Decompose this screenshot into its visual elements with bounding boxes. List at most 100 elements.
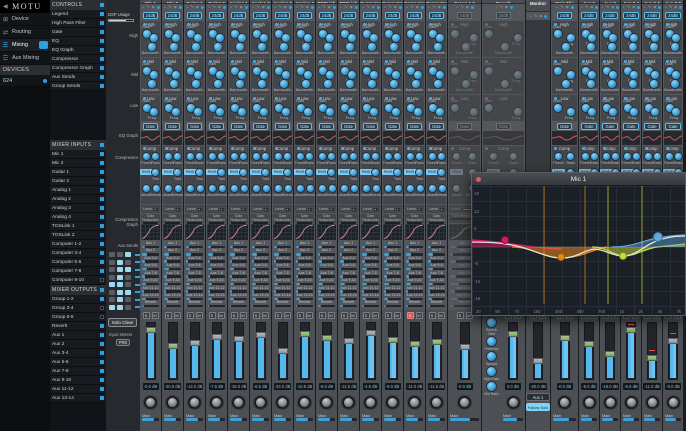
mixer-output-reverb[interactable]: Reverb <box>50 322 106 331</box>
comp-knob-trim[interactable] <box>218 169 225 176</box>
comp-enable-dot[interactable] <box>451 147 454 150</box>
fader-handle[interactable] <box>190 340 200 346</box>
checkbox[interactable] <box>100 278 104 282</box>
mixer-input-computer-3-4[interactable]: Computer 3-4 <box>50 249 106 258</box>
comp-knob-thresh[interactable] <box>666 153 673 160</box>
checkbox[interactable] <box>100 12 104 16</box>
comp-enable-dot[interactable] <box>143 147 146 150</box>
pan-knob[interactable] <box>275 395 290 410</box>
aux-send-slider[interactable] <box>208 246 225 249</box>
comp-knob-ratio[interactable] <box>240 153 247 160</box>
eq-knob-freq[interactable] <box>470 34 478 42</box>
comp-knob-ratio[interactable] <box>633 153 640 160</box>
eq-knob-freq[interactable] <box>567 34 575 42</box>
checkbox[interactable] <box>100 152 104 156</box>
aux-send-slider[interactable] <box>296 246 313 249</box>
control-high-pass-filter[interactable]: High Pass Filter <box>50 19 106 28</box>
sidebar-item-routing[interactable]: ⇄Routing <box>0 26 50 39</box>
comp-knob-ratio[interactable] <box>306 153 313 160</box>
comp-knob-attack[interactable] <box>187 185 194 192</box>
fader-track[interactable] <box>388 322 398 380</box>
comp-knob-trim[interactable] <box>196 169 203 176</box>
settings-icon[interactable]: ⌗ <box>466 5 469 10</box>
aux-send-slider[interactable] <box>428 260 445 263</box>
aux-send-slider[interactable] <box>296 283 313 286</box>
aux-send-slider[interactable] <box>230 246 247 249</box>
eq-knob-freq[interactable] <box>588 108 596 116</box>
mute-button[interactable]: M <box>372 312 379 319</box>
eq-knob-freq[interactable] <box>304 108 312 116</box>
comp-knob-release[interactable] <box>373 185 380 192</box>
aux-visibility-toggle[interactable] <box>125 267 131 272</box>
aux-visibility-toggle[interactable] <box>109 282 115 287</box>
comp-mode-button[interactable]: RMS <box>450 169 463 175</box>
channel-enable-dot[interactable] <box>289 6 292 9</box>
checkbox[interactable] <box>100 369 104 373</box>
comp-knob-ratio[interactable] <box>591 153 598 160</box>
eq-knob-bandwidth[interactable] <box>192 80 200 88</box>
comp-enable-dot[interactable] <box>645 147 648 150</box>
fader-track[interactable] <box>626 322 636 380</box>
aux-send-slider[interactable] <box>208 268 225 271</box>
eq-knob-freq[interactable] <box>216 108 224 116</box>
eq-knob-bandwidth[interactable] <box>302 80 310 88</box>
mixer-outputs-toggle[interactable] <box>100 288 104 292</box>
mute-button[interactable]: M <box>218 312 225 319</box>
main-send-slider[interactable] <box>623 418 639 421</box>
checkbox[interactable] <box>100 206 104 210</box>
fader-handle[interactable] <box>256 332 266 338</box>
aux-send-slider[interactable] <box>362 275 379 278</box>
aux-send-slider[interactable] <box>318 260 335 263</box>
comp-knob-attack[interactable] <box>319 185 326 192</box>
comp-knob-ratio[interactable] <box>567 153 574 160</box>
eq-knob-freq[interactable] <box>304 34 312 42</box>
aux-send-slider[interactable] <box>164 283 181 286</box>
control-eq-graph[interactable]: EQ Graph <box>50 46 106 55</box>
comp-knob-thresh[interactable] <box>385 153 392 160</box>
eq-knob-freq[interactable] <box>150 108 158 116</box>
gate-button[interactable]: Gate <box>581 123 596 130</box>
trim-icon[interactable]: ◔ <box>185 5 188 10</box>
aux-send-slider[interactable] <box>406 246 423 249</box>
checkbox[interactable] <box>100 66 104 70</box>
hpf-button[interactable]: 24dB <box>496 12 512 19</box>
comp-knob-thresh[interactable] <box>143 153 150 160</box>
aux-send-slider[interactable] <box>384 260 401 263</box>
checkbox[interactable] <box>100 269 104 273</box>
aux-send-slider[interactable] <box>384 275 401 278</box>
aux-send-slider[interactable] <box>362 298 379 301</box>
aux-send-slider[interactable] <box>296 298 313 301</box>
aux-send-slider[interactable] <box>230 260 247 263</box>
checkbox[interactable] <box>100 260 104 264</box>
comp-knob-ratio[interactable] <box>174 153 181 160</box>
aux-send-slider[interactable] <box>340 246 357 249</box>
aux-send-slider[interactable] <box>428 275 445 278</box>
settings-icon[interactable]: ⌗ <box>591 5 594 10</box>
eq-knob-gain[interactable] <box>485 67 493 75</box>
aux-send-slider[interactable] <box>340 283 357 286</box>
comp-enable-dot[interactable] <box>666 147 669 150</box>
settings-icon[interactable]: ⌗ <box>218 5 221 10</box>
comp-knob-release[interactable] <box>263 185 270 192</box>
gate-button[interactable]: Gate <box>407 123 422 130</box>
hpf-button[interactable]: 24dB <box>143 12 159 19</box>
aux-send-slider[interactable] <box>340 290 357 293</box>
comp-knob-attack[interactable] <box>453 185 460 192</box>
checkbox[interactable] <box>100 342 104 346</box>
checkbox[interactable] <box>100 378 104 382</box>
pan-knob[interactable] <box>165 395 180 410</box>
aux-visibility-toggle[interactable] <box>117 282 123 287</box>
reverb-knob[interactable] <box>487 337 496 346</box>
aux-send-slider[interactable] <box>142 246 159 249</box>
main-send-slider[interactable] <box>553 418 576 421</box>
comp-knob-attack[interactable] <box>143 185 150 192</box>
solo-button[interactable]: S <box>457 312 464 319</box>
control-aux-sends[interactable]: Aux Sends <box>50 73 106 82</box>
trim-icon[interactable]: ◔ <box>643 5 646 10</box>
aux-send-slider[interactable] <box>252 298 269 301</box>
comp-enable-dot[interactable] <box>319 147 322 150</box>
pan-knob[interactable] <box>297 395 312 410</box>
aux-send-slider[interactable] <box>230 305 247 308</box>
comp-enable-dot[interactable] <box>231 147 234 150</box>
hpf-button[interactable]: 24dB <box>275 12 291 19</box>
